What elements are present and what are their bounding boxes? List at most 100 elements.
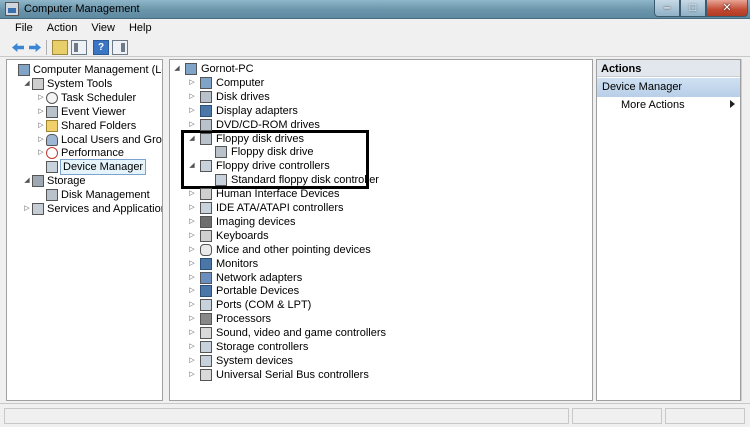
device-tree-item[interactable]: ▷ Monitors xyxy=(170,257,590,271)
device-tree-item[interactable]: ▷ Imaging devices xyxy=(170,215,590,229)
expand-toggle-icon[interactable]: ◢ xyxy=(188,132,196,146)
device-tree-item[interactable]: ▷ Universal Serial Bus controllers xyxy=(170,368,590,382)
device-tree-item[interactable]: ▷ Human Interface Devices xyxy=(170,187,590,201)
expand-toggle-icon[interactable]: ▷ xyxy=(188,326,196,340)
expand-toggle-icon[interactable]: ▷ xyxy=(188,368,196,382)
device-tree-item[interactable]: Floppy disk drive xyxy=(170,145,590,159)
expand-toggle-icon[interactable]: ▷ xyxy=(188,298,196,312)
expand-toggle-icon[interactable]: ▷ xyxy=(188,229,196,243)
show-hide-action-pane-icon[interactable] xyxy=(112,40,128,55)
expand-toggle-icon[interactable]: ▷ xyxy=(188,271,196,285)
toolbar: ? xyxy=(0,38,750,57)
help-icon[interactable]: ? xyxy=(93,40,109,55)
expand-toggle-icon[interactable]: ▷ xyxy=(188,90,196,104)
console-tree-label: Performance xyxy=(61,147,124,160)
expand-toggle-icon[interactable]: ▷ xyxy=(188,243,196,257)
console-tree-item[interactable]: ▷ Shared Folders xyxy=(7,119,162,133)
show-hide-console-tree-icon[interactable] xyxy=(71,40,87,55)
console-tree-item[interactable]: ▷ Performance xyxy=(7,146,162,160)
device-tree-label: Monitors xyxy=(216,257,259,270)
back-arrow-icon[interactable] xyxy=(10,40,26,55)
device-tree-item[interactable]: ▷ Keyboards xyxy=(170,229,590,243)
maximize-button[interactable]: □ xyxy=(680,0,706,17)
console-tree-item[interactable]: Disk Management xyxy=(7,188,162,202)
device-tree-item[interactable]: ▷ Network adapters xyxy=(170,271,590,285)
ide-icon xyxy=(200,202,212,214)
status-segment-main xyxy=(4,408,569,424)
expand-toggle-icon[interactable]: ▷ xyxy=(188,187,196,201)
controller-icon xyxy=(200,160,212,173)
device-manager-icon xyxy=(46,161,58,174)
expand-toggle-icon[interactable]: ▷ xyxy=(37,119,45,133)
expand-toggle-icon[interactable]: ▷ xyxy=(188,201,196,215)
expand-toggle-icon[interactable]: ▷ xyxy=(188,76,196,90)
device-tree-item[interactable]: ◢ Floppy disk drives xyxy=(170,132,590,146)
expand-toggle-icon[interactable]: ▷ xyxy=(188,104,196,118)
device-tree-item[interactable]: ▷ Storage controllers xyxy=(170,340,590,354)
console-tree-label: Disk Management xyxy=(61,189,150,202)
up-level-icon[interactable] xyxy=(52,40,68,55)
expand-toggle-icon[interactable]: ▷ xyxy=(188,215,196,229)
device-tree-item[interactable]: ▷ IDE ATA/ATAPI controllers xyxy=(170,201,590,215)
computer-mgmt-icon xyxy=(18,64,30,76)
expand-toggle-icon[interactable]: ▷ xyxy=(23,202,31,216)
menu-file[interactable]: File xyxy=(8,19,40,38)
device-tree-item[interactable]: ▷ Processors xyxy=(170,312,590,326)
expand-toggle-icon[interactable]: ▷ xyxy=(188,340,196,354)
console-tree-item[interactable]: ◢ Storage xyxy=(7,174,162,188)
console-tree-item[interactable]: Computer Management (Local) xyxy=(7,63,162,77)
device-tree-item[interactable]: ▷ DVD/CD-ROM drives xyxy=(170,118,590,132)
device-tree-item[interactable]: Standard floppy disk controller xyxy=(170,173,590,187)
console-tree-item[interactable]: ▷ Event Viewer xyxy=(7,105,162,119)
device-tree-item[interactable]: ◢ Floppy drive controllers xyxy=(170,159,590,173)
console-tree-item[interactable]: ◢ System Tools xyxy=(7,77,162,91)
computer-icon xyxy=(200,76,212,89)
expand-toggle-icon[interactable]: ▷ xyxy=(188,312,196,326)
expand-toggle-icon[interactable]: ▷ xyxy=(188,354,196,368)
device-tree-label: Floppy disk drive xyxy=(231,146,314,159)
expand-toggle-icon[interactable]: ◢ xyxy=(188,159,196,173)
more-actions-link[interactable]: More Actions xyxy=(621,99,685,111)
device-tree-item[interactable]: ▷ Mice and other pointing devices xyxy=(170,243,590,257)
forward-arrow-icon[interactable] xyxy=(27,40,43,55)
expand-toggle-icon[interactable]: ▷ xyxy=(37,133,45,147)
device-tree-item[interactable]: ▷ Portable Devices xyxy=(170,284,590,298)
window-controls: – □ ✕ xyxy=(654,0,748,18)
expand-toggle-icon[interactable]: ▷ xyxy=(37,91,45,105)
expand-toggle-icon[interactable]: ◢ xyxy=(173,62,181,76)
minimize-button[interactable]: – xyxy=(654,0,680,17)
actions-scrollbar[interactable] xyxy=(741,59,750,401)
expand-toggle-icon[interactable]: ▷ xyxy=(188,284,196,298)
actions-section-device-manager[interactable]: Device Manager xyxy=(597,78,740,97)
usb-icon xyxy=(200,368,212,381)
computer-icon xyxy=(185,63,197,75)
console-tree: Computer Management (Local)◢System Tools… xyxy=(6,59,163,401)
console-tree-item[interactable]: ▷ Local Users and Groups xyxy=(7,133,162,147)
window-title: Computer Management xyxy=(24,3,140,15)
device-tree-item[interactable]: ▷ System devices xyxy=(170,354,590,368)
console-tree-item[interactable]: Device Manager xyxy=(7,159,162,176)
menu-action[interactable]: Action xyxy=(40,19,85,38)
expand-toggle-icon[interactable]: ▷ xyxy=(37,105,45,119)
expand-toggle-icon[interactable]: ◢ xyxy=(23,174,31,188)
device-tree-label: Floppy drive controllers xyxy=(216,160,330,173)
camera-icon xyxy=(200,215,212,228)
menu-view[interactable]: View xyxy=(84,19,122,38)
close-button[interactable]: ✕ xyxy=(706,0,748,17)
device-tree-root[interactable]: ◢ Gornot-PC xyxy=(170,62,590,76)
device-tree-item[interactable]: ▷ Sound, video and game controllers xyxy=(170,326,590,340)
expand-toggle-icon[interactable]: ▷ xyxy=(37,146,45,160)
console-tree-item[interactable]: ▷ Task Scheduler xyxy=(7,91,162,105)
console-tree-item[interactable]: ▷ Services and Applications xyxy=(7,202,162,216)
expand-toggle-icon[interactable]: ◢ xyxy=(23,77,31,91)
expand-toggle-icon[interactable]: ▷ xyxy=(188,118,196,132)
clock-icon xyxy=(46,91,58,104)
device-tree-item[interactable]: ▷ Ports (COM & LPT) xyxy=(170,298,590,312)
expand-toggle-icon[interactable]: ▷ xyxy=(188,257,196,271)
menu-help[interactable]: Help xyxy=(122,19,159,38)
device-tree-item[interactable]: ▷ Disk drives xyxy=(170,90,590,104)
device-tree-item[interactable]: ▷ Display adapters xyxy=(170,104,590,118)
device-tree-item[interactable]: ▷ Computer xyxy=(170,76,590,90)
